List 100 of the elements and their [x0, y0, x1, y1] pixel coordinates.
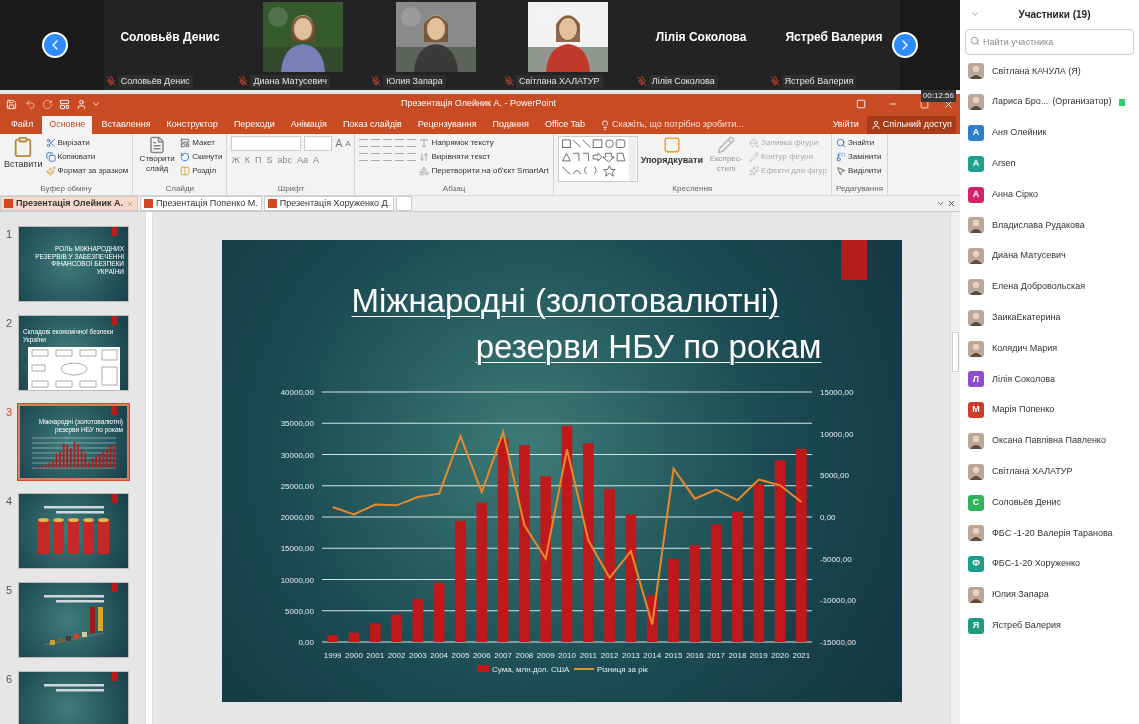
document-tab[interactable]: Презентація Попенко М. — [139, 196, 262, 211]
axis-label: 0,00 — [819, 513, 836, 522]
avatar-icon — [968, 309, 984, 326]
layout-icon — [180, 138, 191, 148]
axis-label: 2010 — [557, 651, 576, 660]
ribbon-tab[interactable]: Переходи — [226, 116, 282, 134]
previous-button[interactable] — [42, 32, 68, 58]
axis-label: 2021 — [791, 651, 810, 660]
ribbon-tab[interactable]: Файл — [4, 116, 41, 134]
avatar: A — [968, 155, 984, 172]
group-label: Абзац — [442, 183, 466, 195]
axis-label: 10000,00 — [819, 429, 853, 439]
document-tab[interactable]: Презентація Хоруженко Д. — [263, 196, 395, 211]
search-field[interactable]: Найти участника — [965, 29, 1134, 55]
ribbon-display-icon — [856, 99, 866, 109]
axis-label: 2012 — [600, 651, 618, 660]
copy-icon — [45, 152, 56, 162]
participant-name: Елена Добровольская — [992, 280, 1086, 294]
slide-thumbnail[interactable] — [18, 493, 129, 569]
format-button[interactable]: abc — [277, 154, 293, 168]
ribbon-command[interactable]: Напрямок тексту — [419, 136, 549, 150]
axis-label: 2002 — [387, 651, 405, 660]
avatar-icon — [968, 248, 984, 265]
slide-accent — [112, 494, 118, 503]
format-button[interactable]: П — [255, 154, 262, 168]
ribbon-tab[interactable]: Конструктор — [159, 116, 225, 134]
participant-role: (Организатор) — [1052, 95, 1112, 109]
ribbon-command[interactable]: Скинути — [180, 150, 223, 164]
paste-button[interactable]: Вставити — [4, 136, 43, 172]
avatar: Ф — [968, 556, 984, 573]
axis-label: 2008 — [515, 651, 533, 660]
effects-icon — [749, 166, 760, 176]
arrange-button[interactable]: Упорядкувати — [640, 136, 704, 168]
slide-number: 5 — [6, 583, 14, 598]
slide-accent — [111, 406, 117, 415]
slide-thumbnail[interactable] — [18, 582, 129, 658]
sign-in-link[interactable]: Увійти — [832, 116, 859, 134]
ribbon-tab[interactable]: Основне — [42, 116, 93, 134]
participant-name: Соловьёв Денис — [120, 29, 220, 47]
font-color-button[interactable]: A — [313, 154, 320, 168]
font-size-field[interactable] — [304, 136, 333, 151]
share-button[interactable]: Спільний доступ — [866, 116, 956, 134]
next-button[interactable] — [892, 32, 918, 58]
chart-bar — [348, 632, 359, 642]
avatar: Л — [968, 371, 984, 388]
tell-me-field[interactable]: Скажіть, що потрібно зробити... — [600, 116, 744, 134]
format-button[interactable]: Aa — [297, 154, 309, 168]
vertical-scrollbar[interactable] — [950, 212, 960, 724]
grow-font-button[interactable]: A — [335, 136, 343, 151]
chart-bar — [369, 623, 381, 642]
document-tab[interactable]: Презентація Олейник А. — [0, 196, 138, 211]
shapes-gallery[interactable] — [557, 136, 638, 182]
new-slide-button[interactable]: Створити слайд — [137, 136, 178, 174]
axis-label: 2007 — [493, 651, 512, 660]
ribbon-tab[interactable]: Анімація — [283, 116, 334, 134]
ribbon-command[interactable]: Перетворити на об'єкт SmartArt — [419, 164, 549, 178]
new-tab[interactable] — [396, 196, 413, 211]
ribbon-tab[interactable]: Рецензування — [410, 116, 484, 134]
quick-styles-button[interactable]: Експрес-стилі — [706, 136, 747, 174]
participant-name: Світлана КАЧУЛА (Я) — [992, 64, 1081, 78]
text-direction-icon — [419, 138, 430, 148]
ribbon-command[interactable]: Розділ — [180, 164, 223, 178]
tile-label: Ястреб Валерия — [781, 74, 857, 88]
slide-accent — [112, 583, 118, 592]
axis-label: 2005 — [451, 651, 469, 660]
font-name-field[interactable] — [231, 136, 302, 151]
scissors-icon — [45, 138, 56, 148]
format-button[interactable]: S — [266, 154, 273, 168]
ribbon-command[interactable]: Копіювати — [45, 150, 129, 164]
participant-name: Диана Матусевич — [992, 249, 1066, 263]
ribbon-command[interactable]: Формат за зразком — [45, 164, 129, 178]
thumbnail-scrollbar[interactable] — [145, 212, 153, 724]
axis-label: 2013 — [621, 651, 640, 660]
participant-name: Лілія Соколова — [655, 29, 747, 47]
ribbon-command[interactable]: Знайти — [835, 136, 882, 150]
redo-icon — [42, 98, 53, 110]
ribbon-tab[interactable]: Подання — [485, 116, 536, 134]
ribbon-tab[interactable]: Показ слайдів — [335, 116, 409, 134]
axis-label: 20000,00 — [280, 513, 314, 522]
legend-label: Сума, млн.дол. США — [491, 665, 569, 674]
ribbon-command[interactable]: Вирізати — [45, 136, 129, 150]
participant-name: ФБС -1-20 Валерія Таранова — [992, 526, 1113, 540]
ribbon-tab[interactable]: Вставлення — [94, 116, 158, 134]
axis-label: 1999 — [323, 651, 342, 660]
ribbon-command[interactable]: Замінити — [835, 150, 882, 164]
ribbon-command[interactable]: Виділити — [835, 164, 882, 178]
lightbulb-icon — [600, 120, 611, 130]
shrink-font-button[interactable]: A — [345, 137, 351, 150]
ribbon-tab[interactable]: Office Tab — [537, 116, 593, 134]
pencil-icon — [717, 136, 736, 154]
ribbon-command[interactable]: Вирівняти текст — [419, 150, 549, 164]
ribbon-command[interactable]: Макет — [180, 136, 223, 150]
format-button[interactable]: Ж — [231, 154, 240, 168]
participant-name: Владислава Рудакова — [992, 218, 1085, 232]
avatar-icon — [968, 586, 984, 603]
format-button[interactable]: К — [244, 154, 251, 168]
fill-icon — [749, 138, 760, 148]
axis-label: 10000,00 — [280, 575, 314, 585]
chart-bar — [646, 595, 658, 642]
avatar-icon — [968, 278, 984, 295]
